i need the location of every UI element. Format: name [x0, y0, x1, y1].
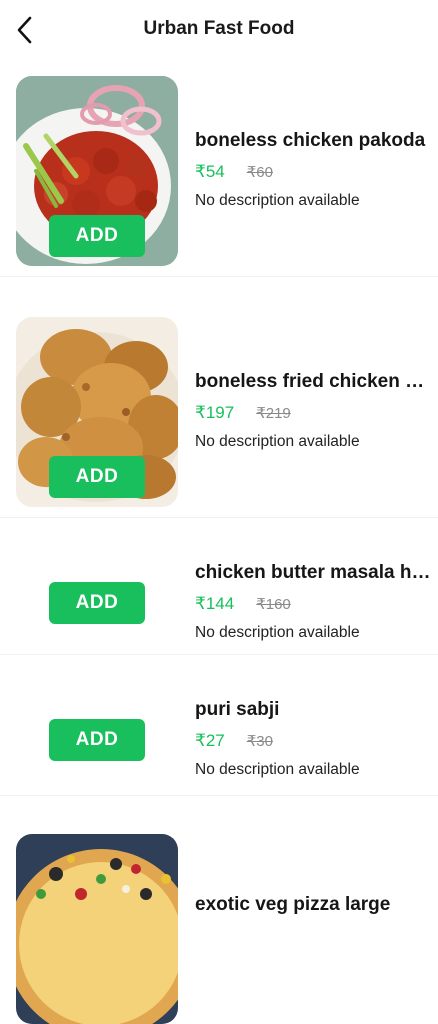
page-title: Urban Fast Food: [143, 18, 295, 39]
item-original-price: ₹219: [256, 405, 291, 422]
menu-item: ADD boneless chicken pakoda ₹54 ₹60 No d…: [0, 62, 438, 277]
item-price: ₹27: [195, 731, 225, 750]
add-button[interactable]: ADD: [49, 215, 145, 257]
item-name: chicken butter masala half: [195, 562, 431, 583]
menu-item: ADD puri sabji ₹27 ₹30 No description av…: [0, 655, 438, 796]
item-original-price: ₹60: [246, 164, 273, 181]
menu-item: exotic veg pizza large: [0, 796, 438, 1024]
food-image-veg-pizza: [16, 834, 178, 1024]
item-description: No description available: [195, 761, 360, 778]
item-price: ₹54: [195, 162, 225, 181]
item-info: puri sabji ₹27 ₹30 No description availa…: [195, 699, 431, 779]
item-prices: ₹144 ₹160: [195, 594, 431, 614]
add-button[interactable]: ADD: [49, 582, 145, 624]
item-info: boneless fried chicken 6pc ₹197 ₹219 No …: [195, 371, 431, 451]
item-original-price: ₹160: [256, 596, 291, 613]
item-prices: ₹197 ₹219: [195, 403, 431, 423]
app-header: Urban Fast Food: [0, 0, 438, 62]
item-prices: ₹54 ₹60: [195, 162, 431, 182]
item-name: exotic veg pizza large: [195, 894, 391, 915]
menu-item: ADD chicken butter masala half ₹144 ₹160…: [0, 518, 438, 655]
item-price: ₹197: [195, 403, 235, 422]
menu-item: ADD boneless fried chicken 6pc ₹197 ₹219…: [0, 277, 438, 518]
item-description: No description available: [195, 624, 360, 641]
item-name: boneless fried chicken 6pc: [195, 371, 431, 392]
menu-item-list: ADD boneless chicken pakoda ₹54 ₹60 No d…: [0, 62, 438, 1024]
add-button[interactable]: ADD: [49, 719, 145, 761]
item-info: boneless chicken pakoda ₹54 ₹60 No descr…: [195, 130, 431, 210]
item-price: ₹144: [195, 594, 235, 613]
item-original-price: ₹30: [246, 733, 273, 750]
item-info: exotic veg pizza large: [195, 894, 431, 916]
item-info: chicken butter masala half ₹144 ₹160 No …: [195, 562, 431, 642]
item-prices: ₹27 ₹30: [195, 731, 431, 751]
item-name: puri sabji: [195, 699, 280, 720]
item-description: No description available: [195, 433, 360, 450]
item-name: boneless chicken pakoda: [195, 130, 426, 151]
item-description: No description available: [195, 192, 360, 209]
add-button[interactable]: ADD: [49, 456, 145, 498]
